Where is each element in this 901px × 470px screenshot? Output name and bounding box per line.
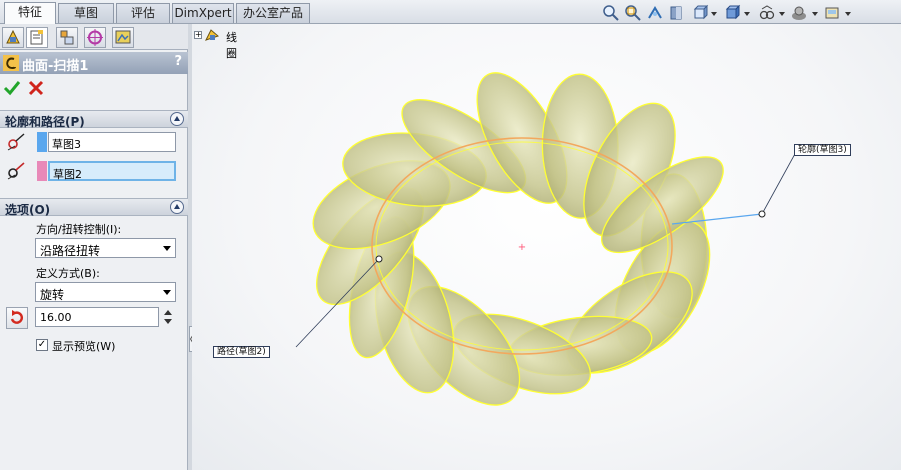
twist-spinner[interactable] <box>160 307 176 327</box>
chevron-down-icon[interactable] <box>845 12 851 16</box>
dimxpert-manager-tab[interactable] <box>84 27 106 48</box>
configuration-manager-tab[interactable] <box>56 27 78 48</box>
define-by-dropdown[interactable]: 旋转 <box>35 282 176 302</box>
command-manager-tabs: 特征 草图 评估 DimXpert 办公室产品 <box>0 0 901 24</box>
dimxpert-manager-icon <box>87 29 103 46</box>
path-handle[interactable] <box>375 255 383 263</box>
options-group-header[interactable]: 选项(O) <box>0 198 188 217</box>
show-preview-checkbox[interactable]: ✓ <box>36 339 48 351</box>
spin-up-icon[interactable] <box>164 310 172 315</box>
property-manager-panel: 曲面-扫描1 ? 轮廓和路径(P) 草图3 草图2 选项(O) 方向/扭转控制(… <box>0 24 188 470</box>
appearance-icon[interactable] <box>790 4 808 22</box>
property-manager-icon <box>30 30 43 45</box>
tab-dimxpert[interactable]: DimXpert <box>172 3 234 23</box>
ok-check-icon[interactable] <box>2 78 22 98</box>
tab-features[interactable]: 特征 <box>4 2 56 24</box>
feature-title-bar: 曲面-扫描1 ? <box>0 52 188 74</box>
profile-handle[interactable] <box>758 210 766 218</box>
options-group-title: 选项(O) <box>5 203 51 217</box>
property-manager-tab[interactable] <box>26 27 48 48</box>
profile-selection-icon <box>7 133 25 151</box>
hide-show-items-icon[interactable] <box>758 4 776 22</box>
cancel-x-icon[interactable] <box>26 78 46 98</box>
display-manager-tab[interactable] <box>112 27 134 48</box>
origin-marker: + <box>518 242 526 253</box>
profile-path-group-header[interactable]: 轮廓和路径(P) <box>0 110 188 129</box>
display-manager-icon <box>115 30 131 44</box>
collapse-icon[interactable] <box>170 200 184 214</box>
previous-view-icon[interactable] <box>646 4 664 22</box>
display-style-icon[interactable] <box>724 4 742 22</box>
feature-manager-icon <box>6 29 20 44</box>
chevron-down-icon <box>163 290 171 295</box>
rotate-arrow-icon <box>10 310 23 324</box>
tab-dimxpert-label: DimXpert <box>174 6 232 20</box>
tab-features-label: 特征 <box>17 5 42 19</box>
swept-surface-preview: + <box>295 72 797 406</box>
define-by-value: 旋转 <box>40 288 65 302</box>
chevron-down-icon <box>163 246 171 251</box>
graphics-area[interactable]: + 线圈 + 轮廓(草图3) 路径(草图2) <box>192 24 901 470</box>
section-view-icon[interactable] <box>668 4 686 22</box>
orientation-label: 方向/扭转控制(I): <box>36 223 122 236</box>
tab-office-products[interactable]: 办公室产品 <box>236 3 310 23</box>
feature-manager-tab[interactable] <box>2 27 24 48</box>
twist-value-input[interactable]: 16.00 <box>35 307 159 327</box>
view-orientation-icon[interactable] <box>692 4 710 22</box>
swept-surface-icon <box>3 55 19 71</box>
chevron-down-icon[interactable] <box>812 12 818 16</box>
tab-office-label: 办公室产品 <box>242 6 303 20</box>
tab-sketch[interactable]: 草图 <box>58 3 114 23</box>
reverse-direction-button[interactable] <box>6 307 28 329</box>
zoom-to-fit-icon[interactable] <box>602 4 620 22</box>
chevron-down-icon[interactable] <box>744 12 750 16</box>
path-color-swatch <box>37 161 47 181</box>
tab-evaluate[interactable]: 评估 <box>116 3 170 23</box>
profile-color-swatch <box>37 132 47 152</box>
tab-sketch-label: 草图 <box>73 6 98 20</box>
profile-path-group-title: 轮廓和路径(P) <box>5 115 85 129</box>
feature-title: 曲面-扫描1 <box>22 59 89 74</box>
tab-evaluate-label: 评估 <box>130 6 155 20</box>
path-callout[interactable]: 路径(草图2) <box>213 346 270 358</box>
help-button[interactable]: ? <box>174 54 182 69</box>
define-by-label: 定义方式(B): <box>36 267 100 280</box>
zoom-area-icon[interactable] <box>624 4 642 22</box>
scene-icon[interactable] <box>824 4 842 22</box>
show-preview-label: 显示预览(W) <box>52 340 116 353</box>
path-selection-icon <box>7 162 25 180</box>
chevron-down-icon[interactable] <box>711 12 717 16</box>
orientation-dropdown[interactable]: 沿路径扭转 <box>35 238 176 258</box>
manager-tabs <box>0 24 188 50</box>
configuration-manager-icon <box>60 30 74 45</box>
profile-callout[interactable]: 轮廓(草图3) <box>794 144 851 156</box>
path-selection-box[interactable]: 草图2 <box>48 161 176 181</box>
profile-selection-box[interactable]: 草图3 <box>48 132 176 152</box>
profile-leader <box>761 151 797 215</box>
orientation-value: 沿路径扭转 <box>40 244 101 258</box>
chevron-down-icon[interactable] <box>779 12 785 16</box>
collapse-icon[interactable] <box>170 112 184 126</box>
spin-down-icon[interactable] <box>164 319 172 324</box>
